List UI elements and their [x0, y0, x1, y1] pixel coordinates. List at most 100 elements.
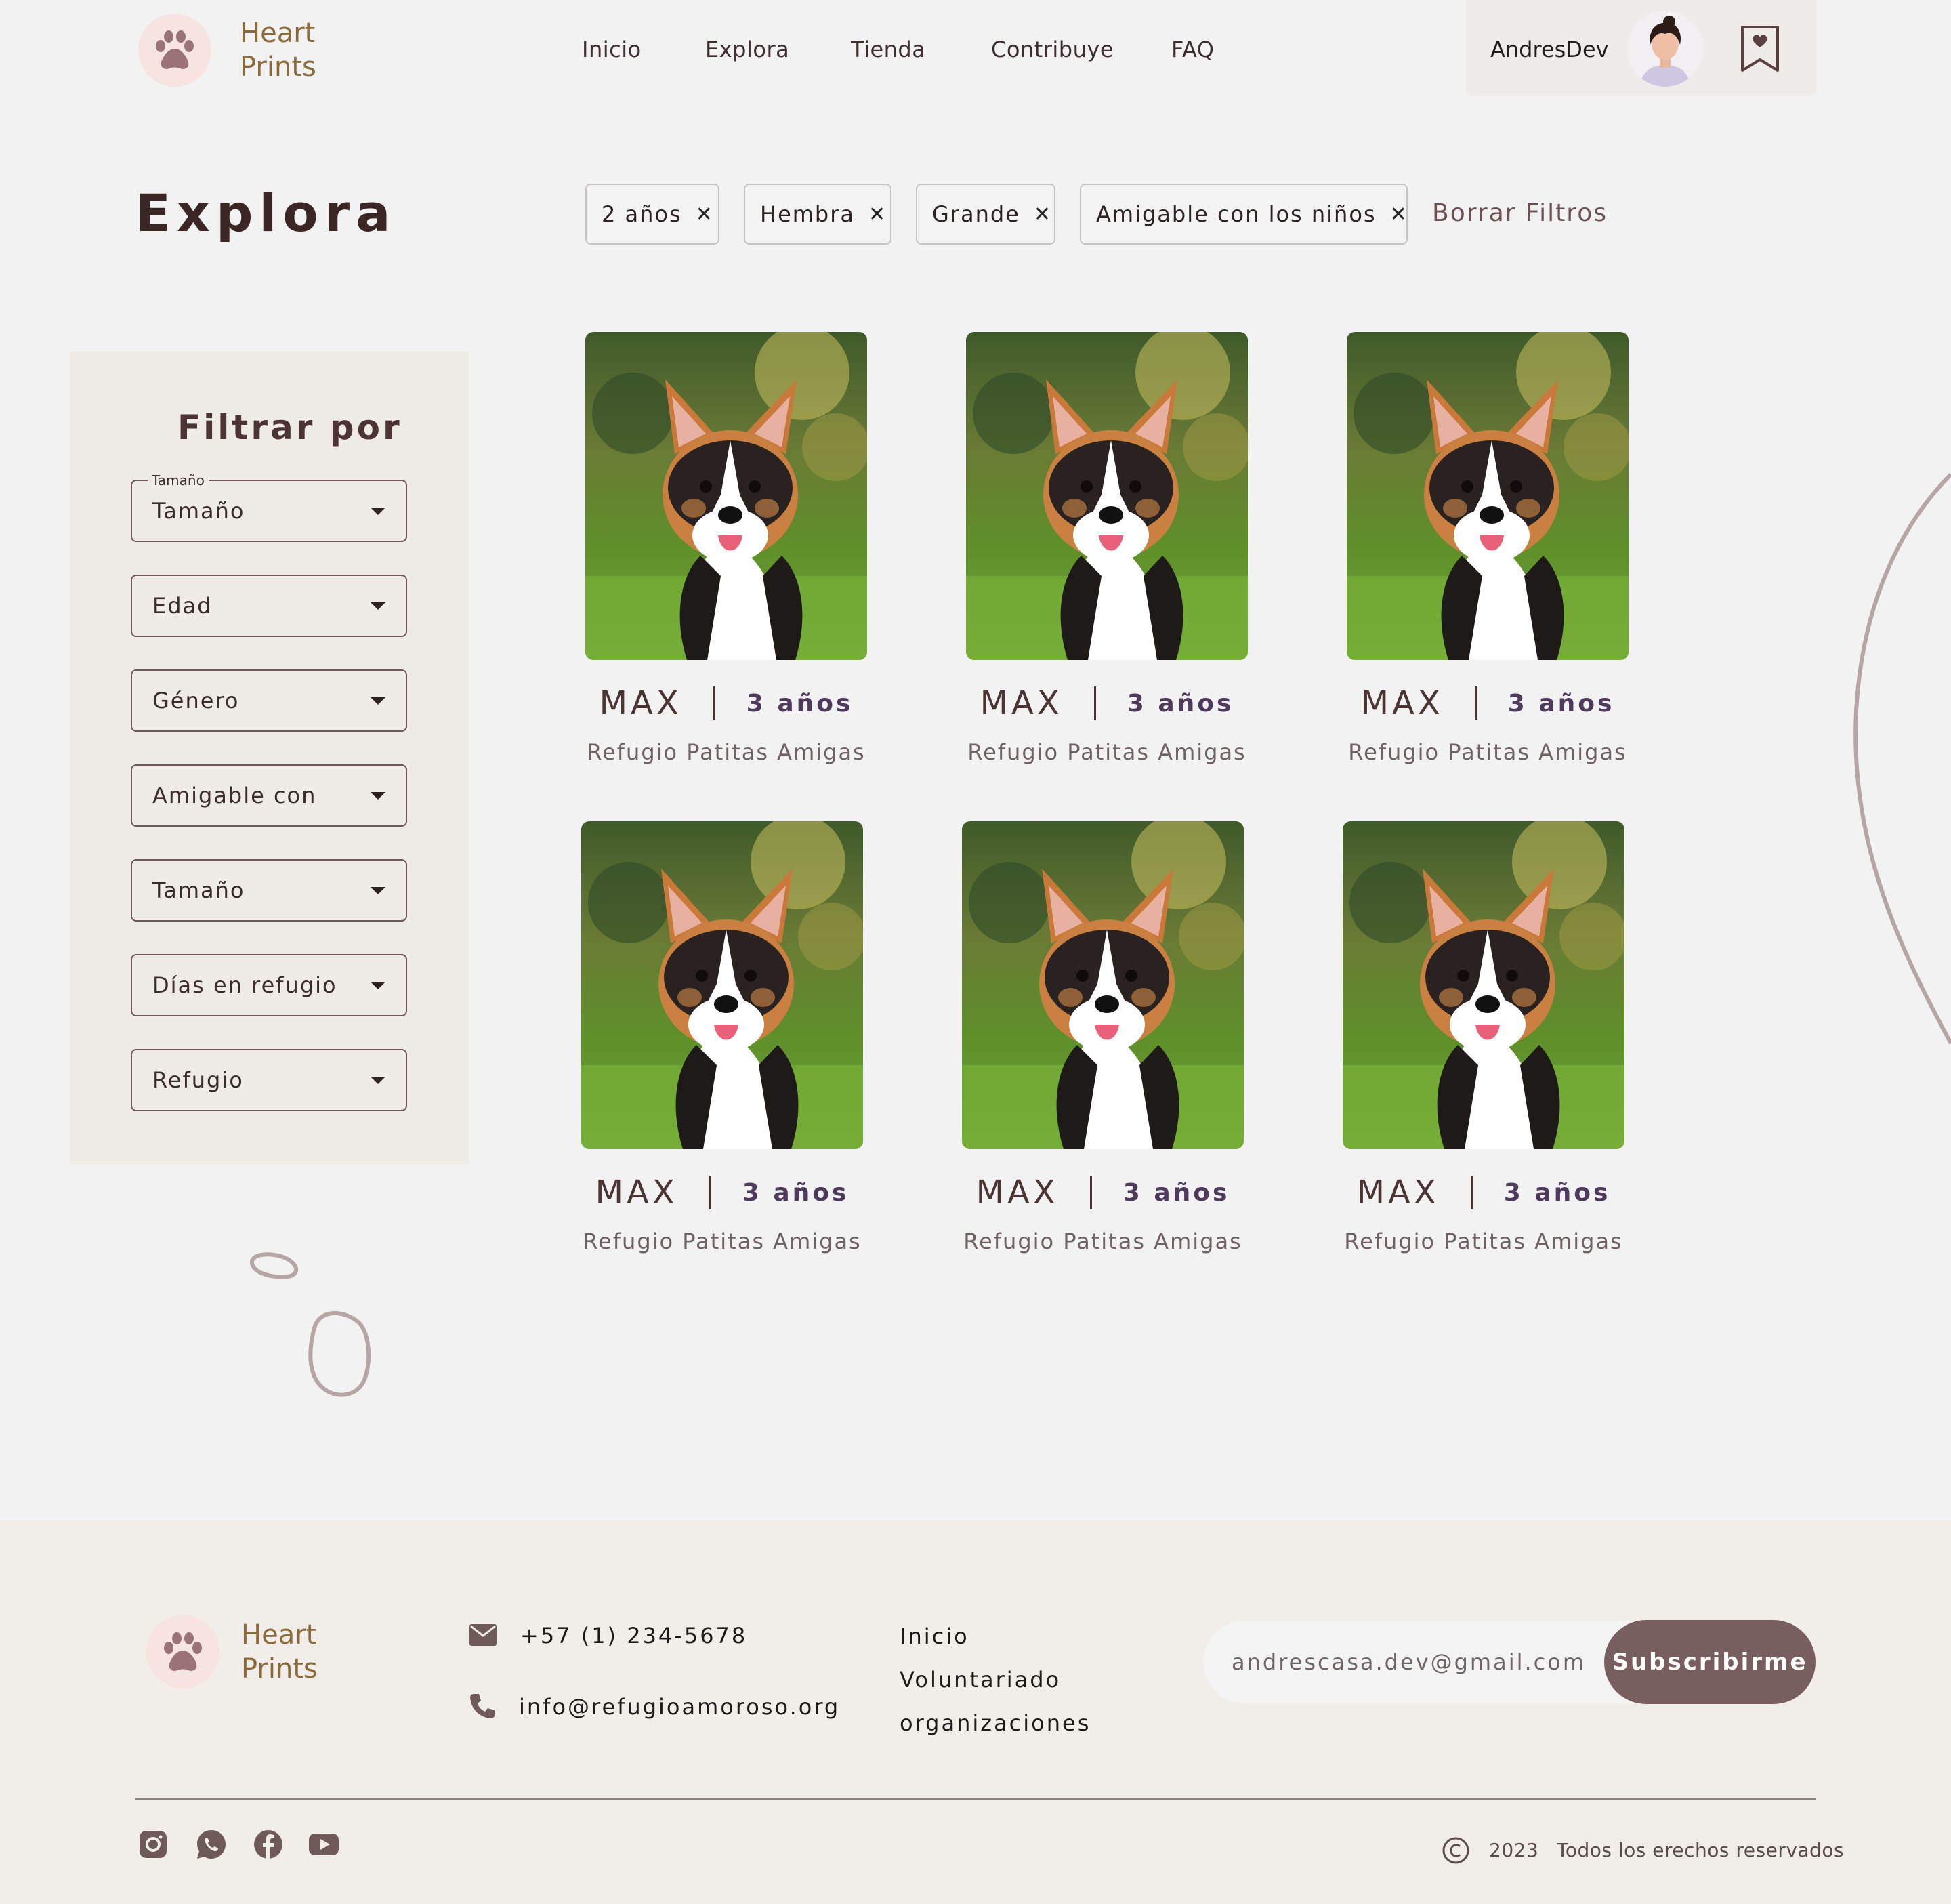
remove-chip-icon[interactable]: ✕: [1034, 203, 1052, 226]
select-days-in-shelter[interactable]: Días en refugio: [131, 954, 407, 1016]
pet-card[interactable]: MAX 3 años Refugio Patitas Amigas: [1343, 821, 1624, 1282]
pet-header: MAX 3 años: [962, 1174, 1244, 1212]
pet-card[interactable]: MAX 3 años Refugio Patitas Amigas: [585, 332, 867, 793]
clear-filters-link[interactable]: Borrar Filtros: [1432, 199, 1608, 227]
select-age[interactable]: Edad: [131, 575, 407, 637]
nav-inicio[interactable]: Inicio: [582, 37, 642, 62]
mail-icon: [469, 1623, 497, 1649]
chip-label: Hembra: [760, 201, 855, 227]
footer-divider: [135, 1798, 1816, 1800]
pet-divider: [1474, 686, 1477, 720]
pet-header: MAX 3 años: [1343, 1174, 1624, 1212]
remove-chip-icon[interactable]: ✕: [696, 203, 714, 226]
footer-link-organizaciones[interactable]: organizaciones: [900, 1710, 1091, 1736]
pet-name: MAX: [1356, 1174, 1440, 1212]
whatsapp-icon[interactable]: [195, 1828, 228, 1861]
pet-shelter: Refugio Patitas Amigas: [963, 1228, 1242, 1254]
select-size[interactable]: Tamaño: [131, 480, 407, 542]
pet-name: MAX: [595, 1174, 678, 1212]
filter-chip-gender[interactable]: Hembra ✕: [744, 184, 891, 245]
brand-line-1: Heart: [240, 18, 316, 49]
select-value: Días en refugio: [152, 972, 337, 998]
decorative-curve: [1853, 472, 1951, 1045]
pet-shelter: Refugio Patitas Amigas: [583, 1228, 862, 1254]
pet-photo[interactable]: [1343, 821, 1624, 1149]
pet-age: 3 años: [1127, 689, 1234, 718]
facebook-icon[interactable]: [252, 1828, 285, 1861]
pet-photo[interactable]: [1347, 332, 1629, 660]
youtube-icon[interactable]: [308, 1828, 340, 1861]
select-size-2[interactable]: Tamaño: [131, 859, 407, 922]
pet-shelter: Refugio Patitas Amigas: [1348, 739, 1627, 765]
pet-age: 3 años: [746, 689, 854, 718]
select-value: Género: [152, 688, 240, 713]
nav-tienda[interactable]: Tienda: [851, 37, 925, 62]
pet-shelter: Refugio Patitas Amigas: [587, 739, 866, 765]
pet-age: 3 años: [1123, 1178, 1230, 1207]
pet-photo[interactable]: [585, 332, 867, 660]
copyright-icon: [1442, 1836, 1470, 1867]
filter-chip-size[interactable]: Grande ✕: [916, 184, 1055, 245]
pet-card[interactable]: MAX 3 años Refugio Patitas Amigas: [1347, 332, 1629, 793]
remove-chip-icon[interactable]: ✕: [868, 203, 887, 226]
select-value: Edad: [152, 593, 213, 619]
caret-down-icon: [371, 1076, 385, 1084]
select-shelter[interactable]: Refugio: [131, 1049, 407, 1111]
footer-phone: +57 (1) 234-5678: [520, 1623, 748, 1649]
pet-card[interactable]: MAX 3 años Refugio Patitas Amigas: [962, 821, 1244, 1282]
brand-line-1: Heart: [241, 1619, 317, 1651]
username[interactable]: AndresDev: [1490, 37, 1609, 62]
paw-logo-icon: [146, 1615, 219, 1689]
avatar[interactable]: [1627, 11, 1703, 87]
pet-header: MAX 3 años: [1347, 684, 1629, 722]
logo[interactable]: [138, 14, 211, 87]
paw-logo-icon: [138, 14, 211, 87]
remove-chip-icon[interactable]: ✕: [1390, 203, 1408, 226]
caret-down-icon: [371, 981, 385, 989]
select-gender[interactable]: Género: [131, 669, 407, 732]
footer-link-inicio[interactable]: Inicio: [900, 1623, 969, 1649]
select-value: Tamaño: [152, 877, 245, 903]
decorative-doodle: [250, 1252, 371, 1397]
copyright-year: 2023: [1489, 1839, 1539, 1861]
pet-divider: [1089, 1176, 1092, 1209]
caret-down-icon: [371, 602, 385, 610]
chip-label: 2 años: [602, 201, 682, 227]
pet-name: MAX: [980, 684, 1063, 722]
copyright-text: Todos los erechos reservados: [1557, 1839, 1845, 1861]
pet-age: 3 años: [1503, 1178, 1611, 1207]
pet-header: MAX 3 años: [581, 1174, 863, 1212]
page-title: Explora: [135, 183, 397, 243]
pet-age: 3 años: [742, 1178, 849, 1207]
filter-chip-kid-friendly[interactable]: Amigable con los niños ✕: [1080, 184, 1408, 245]
pet-divider: [713, 686, 715, 720]
select-value: Tamaño: [152, 498, 245, 524]
pet-name: MAX: [599, 684, 682, 722]
pet-photo[interactable]: [962, 821, 1244, 1149]
pet-divider: [1093, 686, 1096, 720]
pet-name: MAX: [976, 1174, 1059, 1212]
brand-line-2: Prints: [241, 1653, 318, 1684]
favorites-bookmark-icon[interactable]: [1740, 24, 1780, 76]
subscribe-button[interactable]: Subscribirme: [1604, 1620, 1816, 1704]
pet-name: MAX: [1360, 684, 1444, 722]
pet-shelter: Refugio Patitas Amigas: [967, 739, 1246, 765]
select-friendly-with[interactable]: Amigable con: [131, 764, 407, 827]
nav-contribuye[interactable]: Contribuye: [991, 37, 1114, 62]
instagram-icon[interactable]: [137, 1828, 169, 1861]
nav-faq[interactable]: FAQ: [1171, 37, 1214, 62]
nav-explora[interactable]: Explora: [705, 37, 789, 62]
pet-card[interactable]: MAX 3 años Refugio Patitas Amigas: [966, 332, 1248, 793]
pet-photo[interactable]: [966, 332, 1248, 660]
chip-label: Amigable con los niños: [1096, 201, 1377, 227]
footer-email[interactable]: info@refugioamoroso.org: [519, 1694, 840, 1720]
pet-shelter: Refugio Patitas Amigas: [1344, 1228, 1623, 1254]
select-floating-label: Tamaño: [148, 472, 209, 489]
select-value: Refugio: [152, 1067, 244, 1093]
filter-chip-age[interactable]: 2 años ✕: [585, 184, 719, 245]
brand-name: Heart Prints: [240, 16, 316, 84]
footer-logo[interactable]: [146, 1615, 219, 1689]
pet-photo[interactable]: [581, 821, 863, 1149]
footer-link-voluntariado[interactable]: Voluntariado: [900, 1667, 1061, 1693]
pet-card[interactable]: MAX 3 años Refugio Patitas Amigas: [581, 821, 863, 1282]
